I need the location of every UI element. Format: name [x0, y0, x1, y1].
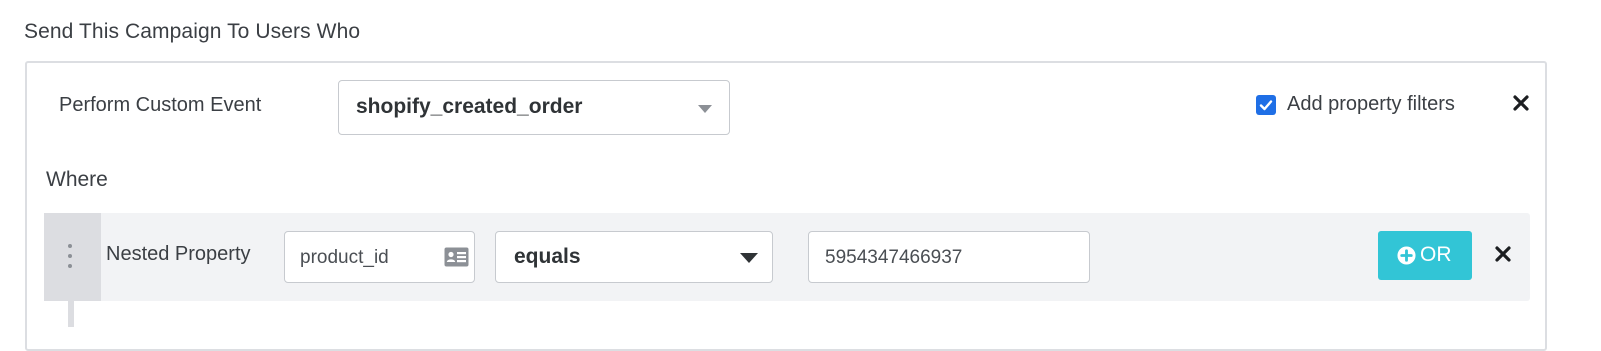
add-or-condition-button[interactable]: OR — [1378, 231, 1472, 280]
filter-connector-line — [68, 301, 74, 327]
event-select[interactable]: shopify_created_order — [338, 80, 730, 135]
filter-row — [44, 213, 1530, 301]
chevron-down-icon — [698, 105, 712, 113]
add-property-filters-checkbox[interactable] — [1256, 95, 1276, 115]
checkbox-checked-icon — [1259, 100, 1273, 111]
chevron-down-icon — [740, 253, 758, 263]
event-type-label: Perform Custom Event — [59, 94, 262, 116]
plus-circle-icon — [1397, 246, 1416, 265]
filter-value-text: 5954347466937 — [825, 247, 963, 268]
operator-select-value: equals — [514, 245, 581, 268]
section-title: Send This Campaign To Users Who — [24, 20, 361, 43]
event-select-value: shopify_created_order — [356, 95, 583, 118]
or-button-label: OR — [1420, 243, 1452, 266]
property-name-value: product_id — [300, 247, 389, 268]
property-name-input[interactable]: product_id — [284, 231, 475, 283]
remove-filter-close-icon[interactable] — [1494, 245, 1512, 263]
drag-handle-icon[interactable] — [44, 213, 101, 301]
id-card-icon[interactable] — [444, 247, 469, 272]
filter-value-input[interactable]: 5954347466937 — [808, 231, 1090, 283]
add-property-filters-label[interactable]: Add property filters — [1287, 93, 1455, 116]
where-label: Where — [46, 168, 108, 191]
operator-select[interactable]: equals — [495, 231, 773, 283]
filter-type-label: Nested Property — [106, 243, 251, 265]
remove-event-close-icon[interactable] — [1512, 94, 1530, 112]
